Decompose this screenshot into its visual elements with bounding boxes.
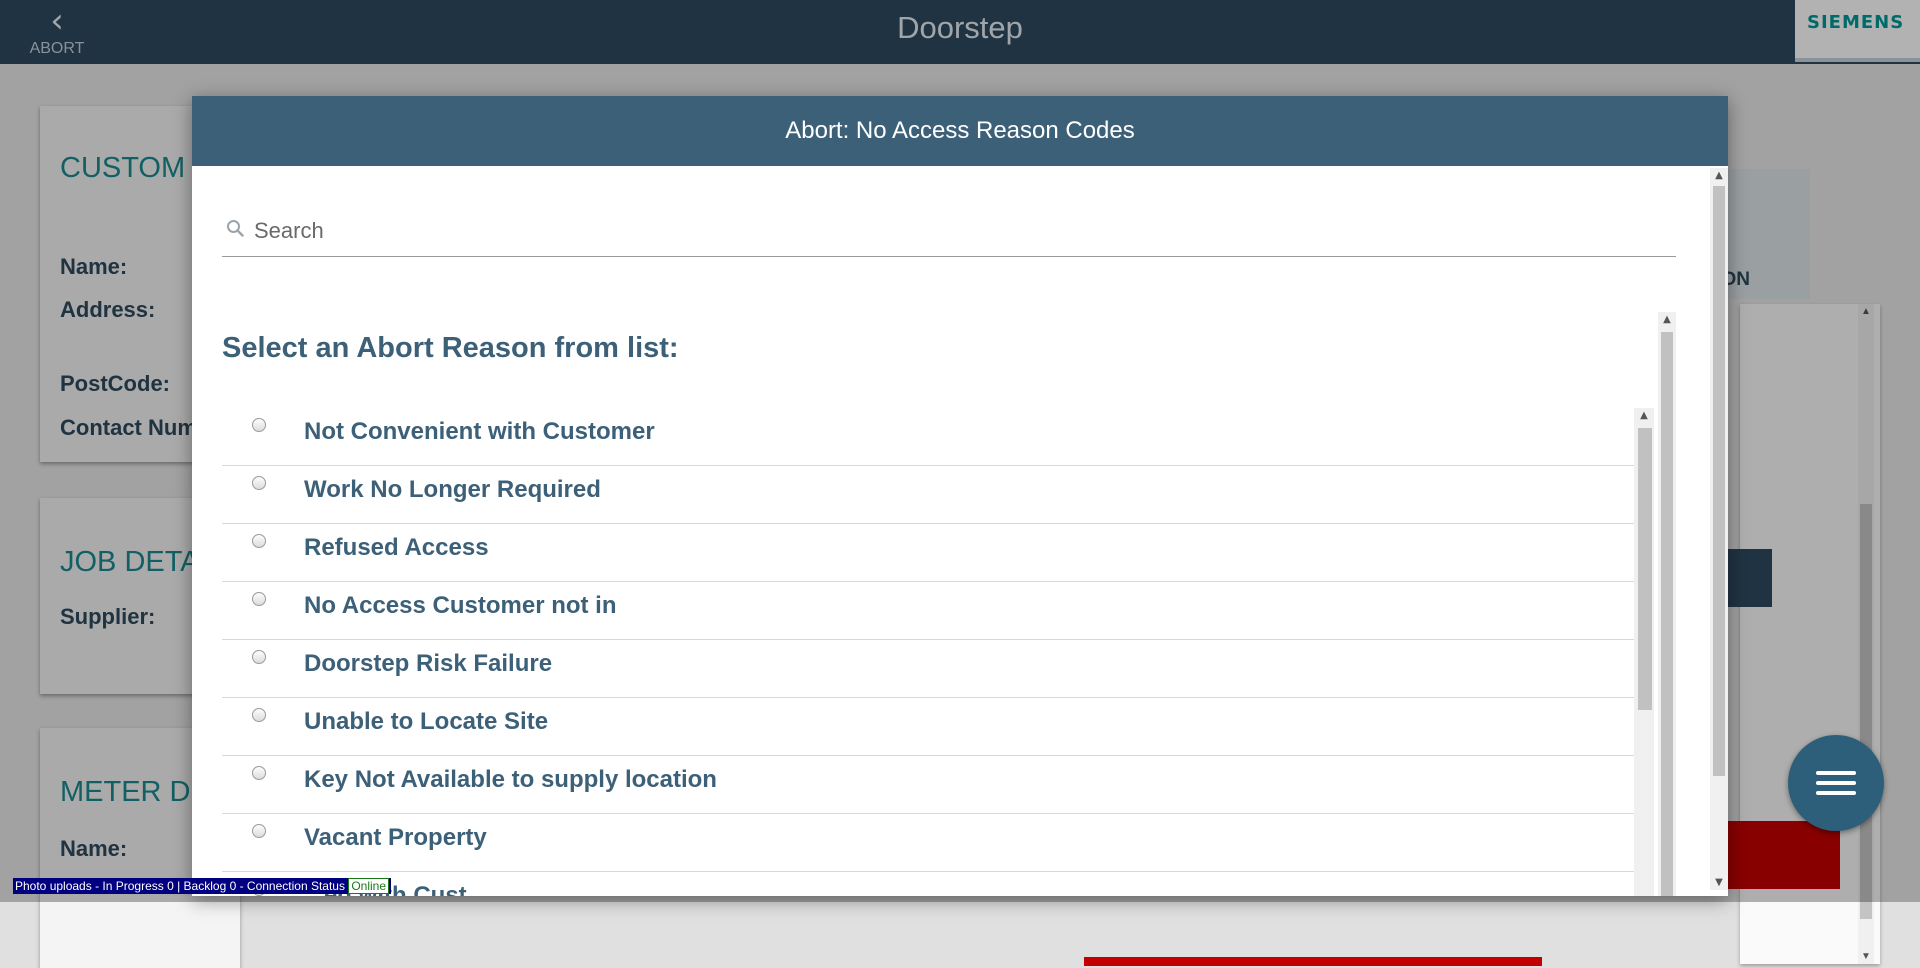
scroll-down-arrow-icon[interactable]: ▼ [1710, 877, 1728, 888]
abort-reason-dialog: Abort: No Access Reason Codes Select an … [192, 96, 1728, 896]
scroll-up-arrow-icon[interactable]: ▲ [1710, 170, 1728, 181]
search-box[interactable] [222, 206, 1676, 257]
reason-item[interactable]: Vacant Property [222, 814, 1634, 872]
reason-radio[interactable] [252, 476, 266, 490]
scroll-up-arrow-icon[interactable]: ▲ [1634, 410, 1654, 421]
reason-label: Unable to Locate Site [304, 708, 549, 735]
reason-label: No Access Customer not in [304, 592, 617, 619]
scroll-down-arrow-icon[interactable]: ▼ [1858, 951, 1874, 962]
upload-status-text: Photo uploads - In Progress 0 | Backlog … [15, 879, 345, 893]
reason-radio[interactable] [252, 708, 266, 722]
reason-label: Work No Longer Required [304, 476, 601, 503]
reason-radio[interactable] [252, 650, 266, 664]
reason-item[interactable]: No Access Customer not in [222, 582, 1634, 640]
reason-radio[interactable] [252, 534, 266, 548]
reason-label: Refused Access [304, 534, 489, 561]
reason-radio[interactable] [252, 766, 266, 780]
dialog-title: Abort: No Access Reason Codes [192, 96, 1728, 166]
reason-list-scrollbar-thumb[interactable] [1638, 428, 1652, 710]
reason-item[interactable]: Key Not Available to supply location [222, 756, 1634, 814]
connection-status-badge: Online [348, 878, 390, 894]
reason-radio[interactable] [252, 824, 266, 838]
reason-list-scrollbar[interactable]: ▲ [1634, 408, 1654, 896]
reason-item[interactable]: ...ed with Cust... [222, 872, 1634, 896]
reason-item[interactable]: Not Convenient with Customer [222, 408, 1634, 466]
inner-scrollbar[interactable]: ▲ [1658, 312, 1676, 896]
reason-radio[interactable] [252, 592, 266, 606]
reason-item[interactable]: Unable to Locate Site [222, 698, 1634, 756]
reason-label: Doorstep Risk Failure [304, 650, 553, 677]
menu-fab-button[interactable] [1788, 735, 1884, 831]
upload-status-bar: Photo uploads - In Progress 0 | Backlog … [13, 878, 392, 894]
reason-scroll-area: Select an Abort Reason from list: Not Co… [222, 312, 1676, 896]
reason-label: Key Not Available to supply location [304, 766, 717, 793]
inner-scrollbar-thumb[interactable] [1661, 332, 1673, 896]
dialog-scrollbar[interactable]: ▲ ▼ [1710, 168, 1728, 890]
search-icon [227, 220, 244, 237]
search-input[interactable] [252, 212, 1656, 250]
reason-list: Not Convenient with Customer Work No Lon… [222, 408, 1654, 896]
reason-item[interactable]: Refused Access [222, 524, 1634, 582]
bottom-red-button[interactable] [1084, 957, 1542, 966]
reason-item[interactable]: Doorstep Risk Failure [222, 640, 1634, 698]
list-heading: Select an Abort Reason from list: [222, 332, 679, 364]
reason-label: Vacant Property [304, 824, 487, 851]
reason-label: Not Convenient with Customer [304, 418, 655, 445]
dialog-scrollbar-thumb[interactable] [1713, 186, 1725, 776]
scroll-up-arrow-icon[interactable]: ▲ [1658, 314, 1676, 325]
reason-item[interactable]: Work No Longer Required [222, 466, 1634, 524]
reason-radio[interactable] [252, 418, 266, 432]
